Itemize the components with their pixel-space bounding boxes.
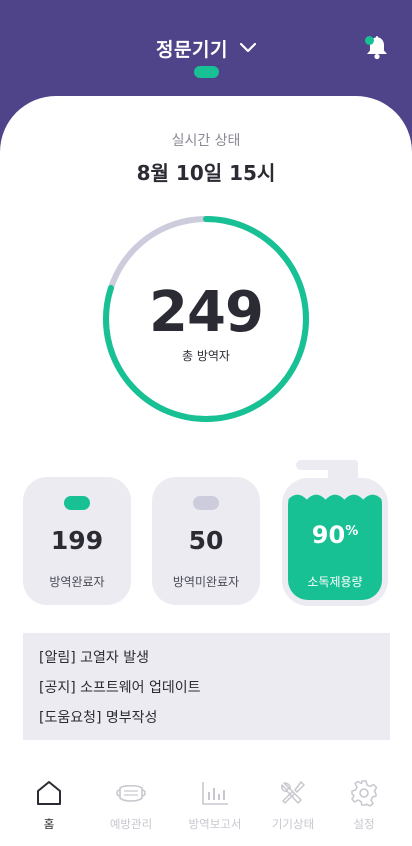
nav-item-prevention[interactable]: 예방관리	[90, 770, 172, 840]
notice-item[interactable]: [도움요청] 명부작성	[39, 707, 390, 737]
nav-item-report[interactable]: 방역보고서	[174, 770, 256, 840]
incomplete-pill	[193, 496, 219, 510]
device-indicator-pill	[194, 66, 219, 78]
nav-label: 홈	[43, 817, 55, 831]
bottom-nav: 홈 예방관리 방역보고서 기기상태 설정	[0, 770, 412, 840]
sanitizer-label: 소독제용량	[307, 575, 363, 589]
total-count: 249	[149, 280, 264, 345]
bar-chart-icon	[202, 782, 228, 805]
notice-list: [알림] 고열자 발생 [공지] 소프트웨어 업데이트 [도움요청] 명부작성	[23, 633, 390, 740]
home-icon	[37, 781, 61, 805]
completed-count: 199	[50, 526, 104, 555]
notification-dot	[365, 36, 374, 45]
notice-item[interactable]: [공지] 소프트웨어 업데이트	[39, 677, 390, 707]
chevron-down-icon	[239, 43, 256, 53]
nav-label: 예방관리	[109, 817, 153, 831]
incomplete-count: 50	[188, 526, 224, 555]
completed-label: 방역완료자	[49, 575, 105, 589]
nav-label: 기기상태	[271, 817, 315, 831]
tools-icon	[281, 781, 305, 804]
device-name: 정문기기	[156, 38, 228, 61]
nav-item-device-status[interactable]: 기기상태	[252, 770, 334, 840]
status-label: 실시간 상태	[171, 133, 241, 149]
nav-label: 방역보고서	[188, 817, 242, 831]
incomplete-label: 방역미완료자	[172, 575, 240, 589]
completed-pill	[64, 496, 90, 510]
nav-item-home[interactable]: 홈	[8, 770, 90, 840]
notice-item[interactable]: [알림] 고열자 발생	[39, 647, 390, 677]
device-selector[interactable]: 정문기기	[0, 34, 412, 62]
status-time: 8월 10일 15시	[136, 161, 276, 185]
total-count-label: 총 방역자	[182, 349, 230, 363]
gear-icon	[351, 780, 378, 807]
sanitizer-percent: 90%	[311, 521, 359, 549]
nav-item-settings[interactable]: 설정	[323, 770, 405, 840]
nav-label: 설정	[353, 817, 375, 831]
mask-icon	[116, 784, 146, 802]
